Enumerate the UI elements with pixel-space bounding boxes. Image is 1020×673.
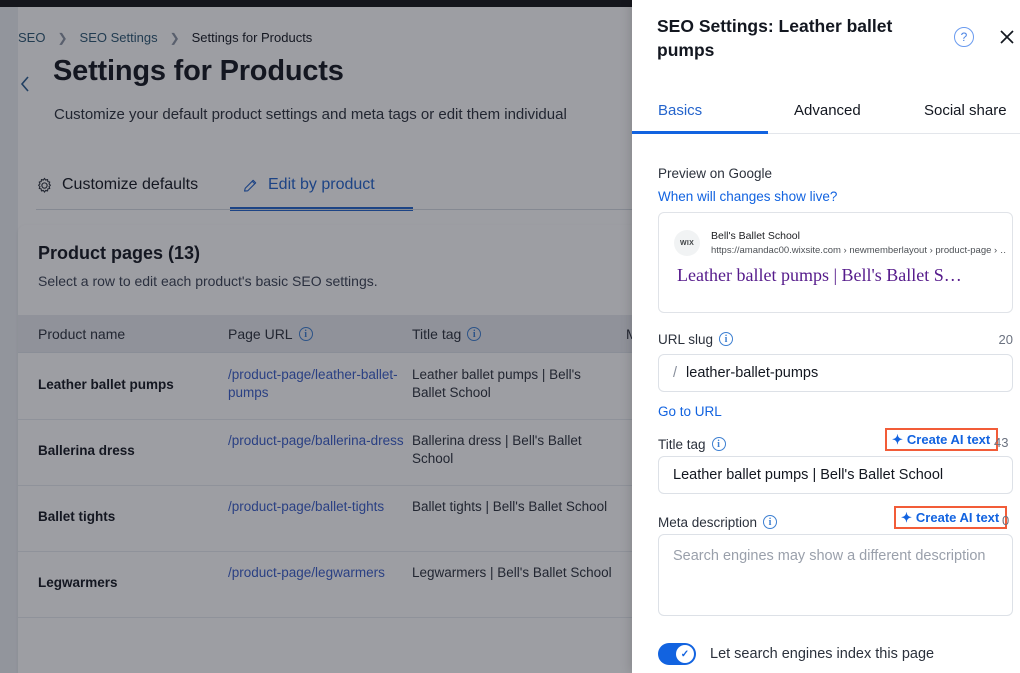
info-icon[interactable]: i: [763, 515, 778, 529]
column-header-product-name: Product name: [38, 315, 125, 353]
column-header-product-name-label: Product name: [38, 326, 126, 342]
seo-settings-panel: SEO Settings: Leather ballet pumps ? Bas…: [632, 0, 1020, 673]
cell-product-name: Legwarmers: [38, 575, 118, 590]
tab-advanced-label: Advanced: [794, 101, 861, 119]
tab-social-share-label: Social share: [924, 101, 1007, 119]
column-header-page-url-label: Page URL: [228, 326, 293, 342]
page-tabs: Customize defaults Edit by product: [18, 159, 632, 211]
cell-title-tag: Legwarmers | Bell's Ballet School: [412, 565, 612, 580]
create-ai-text-label: Create AI text: [906, 432, 991, 447]
back-button[interactable]: [14, 73, 36, 95]
card-subtitle: Select a row to edit each product's basi…: [38, 273, 378, 289]
index-toggle-row: ✓ Let search engines index this page: [658, 643, 934, 665]
browser-top-strip: [0, 0, 632, 7]
url-slug-input[interactable]: / leather-ballet-pumps: [658, 354, 1013, 392]
table-row[interactable]: Legwarmers /product-page/legwarmers Legw…: [18, 552, 632, 618]
breadcrumb-item-seo-settings[interactable]: SEO Settings: [80, 30, 158, 45]
preview-url: https://amandac00.wixsite.com › newmembe…: [711, 245, 1006, 256]
google-preview-card: WIX Bell's Ballet School https://amandac…: [658, 212, 1013, 313]
table-row[interactable]: Leather ballet pumps /product-page/leath…: [18, 354, 632, 420]
background-page: SEO ❯ SEO Settings ❯ Settings for Produc…: [0, 7, 632, 673]
breadcrumb-item-current: Settings for Products: [191, 30, 313, 45]
table-row[interactable]: Ballet tights /product-page/ballet-tight…: [18, 486, 632, 552]
title-tag-counter: 43: [994, 435, 1009, 450]
breadcrumb-separator-icon: ❯: [169, 30, 180, 45]
url-slug-label-row: URL slug i 20: [658, 330, 1013, 348]
panel-title: SEO Settings: Leather ballet pumps: [657, 16, 893, 60]
index-toggle-label: Let search engines index this page: [710, 646, 935, 662]
table-header-row: Product name Page URL i Title tag i M: [18, 315, 632, 353]
url-slug-counter: 20: [998, 331, 1013, 347]
app-root: SEO ❯ SEO Settings ❯ Settings for Produc…: [0, 0, 1020, 673]
title-tag-input[interactable]: Leather ballet pumps | Bell's Ballet Sch…: [658, 456, 1013, 494]
meta-description-label: Meta description: [658, 514, 758, 530]
preview-title: Leather ballet pumps | Bell's Ballet S…: [677, 265, 962, 285]
breadcrumb: SEO ❯ SEO Settings ❯ Settings for Produc…: [18, 30, 312, 45]
question-mark-icon[interactable]: ?: [954, 27, 974, 47]
pencil-icon: [243, 179, 257, 192]
url-slug-value: leather-ballet-pumps: [686, 365, 819, 381]
when-will-changes-show-live-link[interactable]: When will changes show live?: [658, 189, 837, 204]
breadcrumb-item-seo[interactable]: SEO: [18, 30, 45, 45]
tab-social-share[interactable]: Social share: [924, 88, 1007, 132]
index-toggle[interactable]: ✓: [658, 643, 696, 665]
tab-advanced[interactable]: Advanced: [794, 88, 861, 132]
chevron-left-icon: [20, 76, 29, 92]
table-row[interactable]: Ballerina dress /product-page/ballerina-…: [18, 420, 632, 486]
check-icon: ✓: [676, 645, 694, 663]
product-pages-card: Product pages (13) Select a row to edit …: [18, 225, 632, 673]
breadcrumb-separator-icon: ❯: [57, 30, 68, 45]
wix-favicon-icon: WIX: [674, 230, 700, 256]
cell-product-name: Ballerina dress: [38, 443, 135, 458]
left-rail: [0, 7, 18, 673]
tab-edit-by-product[interactable]: Edit by product: [242, 159, 375, 211]
card-title: Product pages (13): [38, 243, 201, 263]
tab-customize-defaults[interactable]: Customize defaults: [36, 159, 198, 211]
title-tag-value: Leather ballet pumps | Bell's Ballet Sch…: [673, 467, 944, 483]
info-icon[interactable]: i: [719, 332, 734, 346]
create-ai-text-label: Create AI text: [915, 510, 1000, 525]
panel-body: Preview on Google When will changes show…: [632, 134, 1020, 673]
close-icon[interactable]: [997, 27, 1017, 47]
cell-title-tag: Leather ballet pumps | Bell's Ballet Sch…: [412, 367, 581, 400]
tabs-divider: [36, 209, 632, 210]
info-icon[interactable]: i: [711, 437, 726, 451]
meta-description-input[interactable]: Search engines may show a different desc…: [658, 534, 1013, 616]
info-icon[interactable]: i: [467, 327, 482, 341]
cell-product-name: Ballet tights: [38, 509, 116, 524]
cell-title-tag: Ballerina dress | Bell's Ballet School: [412, 433, 582, 466]
create-ai-text-button-title-tag[interactable]: ✦ Create AI text: [885, 428, 999, 451]
panel-tabs: Basics Advanced Social share: [632, 88, 1020, 134]
sparkle-icon: ✦: [901, 510, 912, 525]
column-header-title-tag: Title tag i: [412, 315, 482, 353]
url-slug-prefix: /: [673, 365, 678, 381]
go-to-url-link[interactable]: Go to URL: [658, 404, 722, 419]
tab-edit-by-product-label: Edit by product: [268, 176, 375, 193]
cell-product-name: Leather ballet pumps: [38, 377, 174, 392]
cell-title-tag: Ballet tights | Bell's Ballet School: [412, 499, 608, 514]
sparkle-icon: ✦: [892, 432, 903, 447]
preview-site-name: Bell's Ballet School: [711, 230, 800, 242]
cell-page-url[interactable]: /product-page/leather-ballet-pumps: [228, 366, 404, 402]
tab-customize-defaults-label: Customize defaults: [62, 176, 199, 193]
cell-page-url[interactable]: /product-page/ballet-tights: [228, 498, 404, 516]
tab-basics[interactable]: Basics: [658, 88, 702, 132]
info-icon[interactable]: i: [298, 327, 313, 341]
gear-icon: [38, 177, 51, 193]
meta-description-counter: 0: [1002, 513, 1010, 528]
cell-page-url[interactable]: /product-page/ballerina-dress: [228, 432, 404, 450]
create-ai-text-button-meta-description[interactable]: ✦ Create AI text: [894, 506, 1008, 529]
url-slug-label: URL slug: [658, 331, 714, 347]
cell-page-url[interactable]: /product-page/legwarmers: [228, 564, 404, 582]
tab-basics-label: Basics: [658, 101, 703, 119]
preview-label: Preview on Google: [658, 166, 773, 181]
title-tag-label: Title tag: [658, 436, 706, 452]
page-title: Settings for Products: [53, 55, 344, 87]
page-subtitle: Customize your default product settings …: [54, 106, 567, 123]
column-header-title-tag-label: Title tag: [412, 326, 462, 342]
column-header-page-url: Page URL i: [228, 315, 313, 353]
